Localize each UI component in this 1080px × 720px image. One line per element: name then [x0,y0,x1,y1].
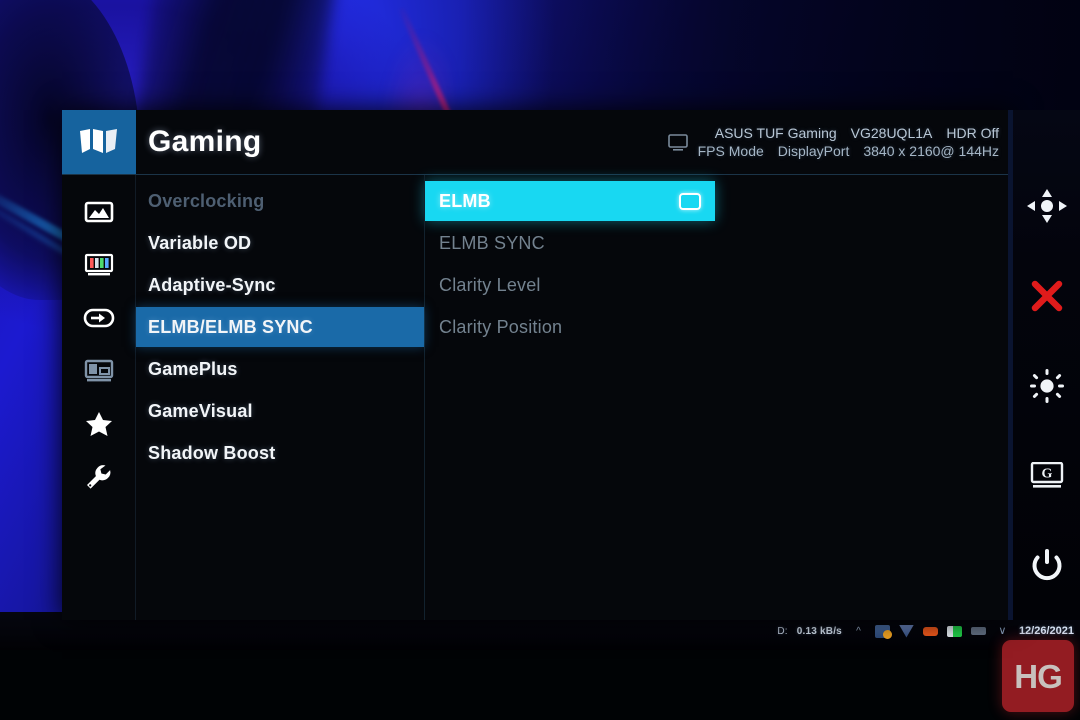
color-icon [84,253,113,276]
gamevisual-icon: G [1030,462,1063,488]
submenu-item-clarity-position[interactable]: Clarity Position [425,307,1013,347]
osd-menu-list[interactable]: Overclocking Variable OD Adaptive-Sync E… [136,175,425,620]
menu-item-variable-od[interactable]: Variable OD [136,223,424,263]
tuf-gaming-logo [80,129,117,153]
osd-category-rail[interactable] [62,175,136,620]
hdr-status: HDR Off [946,125,999,141]
sidebar-item-input-select[interactable] [80,301,118,335]
osd-panel: Gaming ASUS TUF Gaming VG28UQL1A HDR Off… [62,110,1013,620]
pip-pbp-icon [84,359,113,382]
menu-item-gamevisual[interactable]: GameVisual [136,391,424,431]
power-button[interactable] [1024,546,1070,586]
hg-watermark: HG [1002,640,1074,712]
input-source: DisplayPort [777,143,850,159]
osd-info-lines: ASUS TUF Gaming VG28UQL1A HDR Off FPS Mo… [698,125,999,159]
sidebar-item-system-setup[interactable] [80,460,118,494]
monitor-brand: ASUS TUF Gaming [714,125,837,141]
submenu-item-label: ELMB SYNC [439,232,545,253]
osd-body: Overclocking Variable OD Adaptive-Sync E… [62,175,1013,620]
tuf-gaming-logo-tile [62,110,136,174]
sidebar-item-color[interactable] [80,248,118,282]
osd-info-row-top: ASUS TUF Gaming VG28UQL1A HDR Off [698,125,999,141]
close-button[interactable] [1024,276,1070,316]
menu-item-label: GameVisual [148,400,253,421]
osd-header: Gaming ASUS TUF Gaming VG28UQL1A HDR Off… [62,110,1013,175]
wrench-icon [86,465,110,489]
star-icon [85,412,112,436]
caret-up-icon[interactable]: ^ [851,625,866,638]
submenu-item-label: ELMB [439,190,491,211]
gamevisual-button[interactable]: G [1024,456,1070,496]
submenu-item-label: Clarity Level [439,274,541,295]
osd-submenu-list[interactable]: ELMB ELMB SYNC Clarity Level Clarity Pos… [425,175,1013,620]
menu-item-elmb-elmb-sync[interactable]: ELMB/ELMB SYNC [136,307,424,347]
toggle-box-icon[interactable] [679,192,701,210]
orange-app-icon[interactable] [922,626,938,636]
image-icon [84,201,113,223]
taskbar-date[interactable]: 12/26/2021 [1019,625,1074,637]
grey-app-icon[interactable] [970,627,986,635]
power-icon [1032,549,1061,581]
page-title: Gaming [148,125,262,158]
menu-item-label: Adaptive-Sync [148,274,276,295]
close-icon [1031,280,1062,312]
screenshot-root: D: 0.13 kB/s ^ ∨ 12/26/2021 HG Gaming AS… [0,0,1080,720]
joystick-navigation-button[interactable] [1024,186,1070,226]
brightness-button[interactable] [1024,366,1070,406]
brightness-icon [1029,369,1064,403]
green-battery-icon[interactable] [946,625,962,637]
osd-info-row-bottom: FPS Mode DisplayPort 3840 x 2160@ 144Hz [698,143,999,159]
hg-watermark-label: HG [1014,657,1062,695]
menu-item-gameplus[interactable]: GamePlus [136,349,424,389]
menu-item-label: Shadow Boost [148,442,276,463]
preset-mode: FPS Mode [697,143,764,159]
svg-text:G: G [1041,467,1052,482]
submenu-item-elmb-sync[interactable]: ELMB SYNC [425,223,1013,263]
menu-item-label: Variable OD [148,232,252,253]
resolution-refresh: 3840 x 2160@ 144Hz [863,143,999,159]
menu-item-adaptive-sync[interactable]: Adaptive-Sync [136,265,424,305]
submenu-item-label: Clarity Position [439,316,563,337]
sidebar-item-pip-pbp[interactable] [80,354,118,388]
folder-icon[interactable] [874,624,892,639]
submenu-item-clarity-level[interactable]: Clarity Level [425,265,1013,305]
osd-info-block: ASUS TUF Gaming VG28UQL1A HDR Off FPS Mo… [667,110,1013,174]
menu-item-label: GamePlus [148,358,238,379]
menu-item-shadow-boost[interactable]: Shadow Boost [136,433,424,473]
submenu-item-elmb[interactable]: ELMB [425,181,715,221]
monitor-model: VG28UQL1A [850,125,933,141]
shield-icon[interactable] [898,624,914,638]
chevron-icon[interactable]: ∨ [995,625,1010,638]
input-select-icon [83,308,114,328]
joystick-navigation-icon [1026,189,1067,223]
taskbar-network-speed: 0.13 kB/s [796,625,842,637]
menu-item-label: ELMB/ELMB SYNC [148,316,313,337]
monitor-control-rail[interactable]: G [1013,110,1080,620]
taskbar-drive-label: D: [777,625,788,637]
menu-item-label: Overclocking [148,190,265,211]
menu-item-overclocking: Overclocking [136,181,424,221]
sidebar-item-image[interactable] [80,195,118,229]
monitor-icon [667,133,688,151]
sidebar-item-myfavorite[interactable] [80,407,118,441]
